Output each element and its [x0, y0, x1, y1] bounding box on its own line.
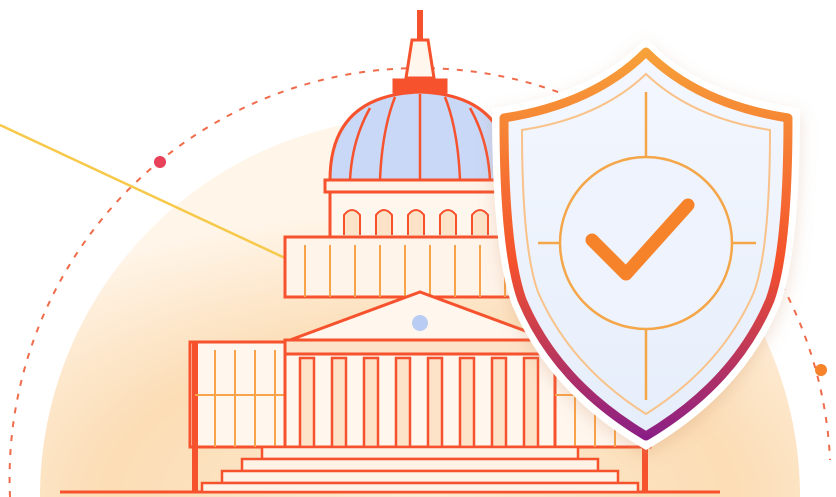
- front-steps: [200, 445, 640, 494]
- illustration-canvas: [0, 0, 836, 497]
- orbit-dot-left: [154, 156, 166, 168]
- security-illustration: [0, 10, 831, 497]
- pediment-oculus: [412, 315, 428, 331]
- portico: [283, 352, 557, 449]
- dome-base-band: [323, 178, 517, 194]
- orbit-dot-right: [815, 364, 827, 376]
- spire-cap: [404, 38, 436, 80]
- lantern-base: [392, 78, 448, 94]
- portico-entablature: [283, 338, 557, 356]
